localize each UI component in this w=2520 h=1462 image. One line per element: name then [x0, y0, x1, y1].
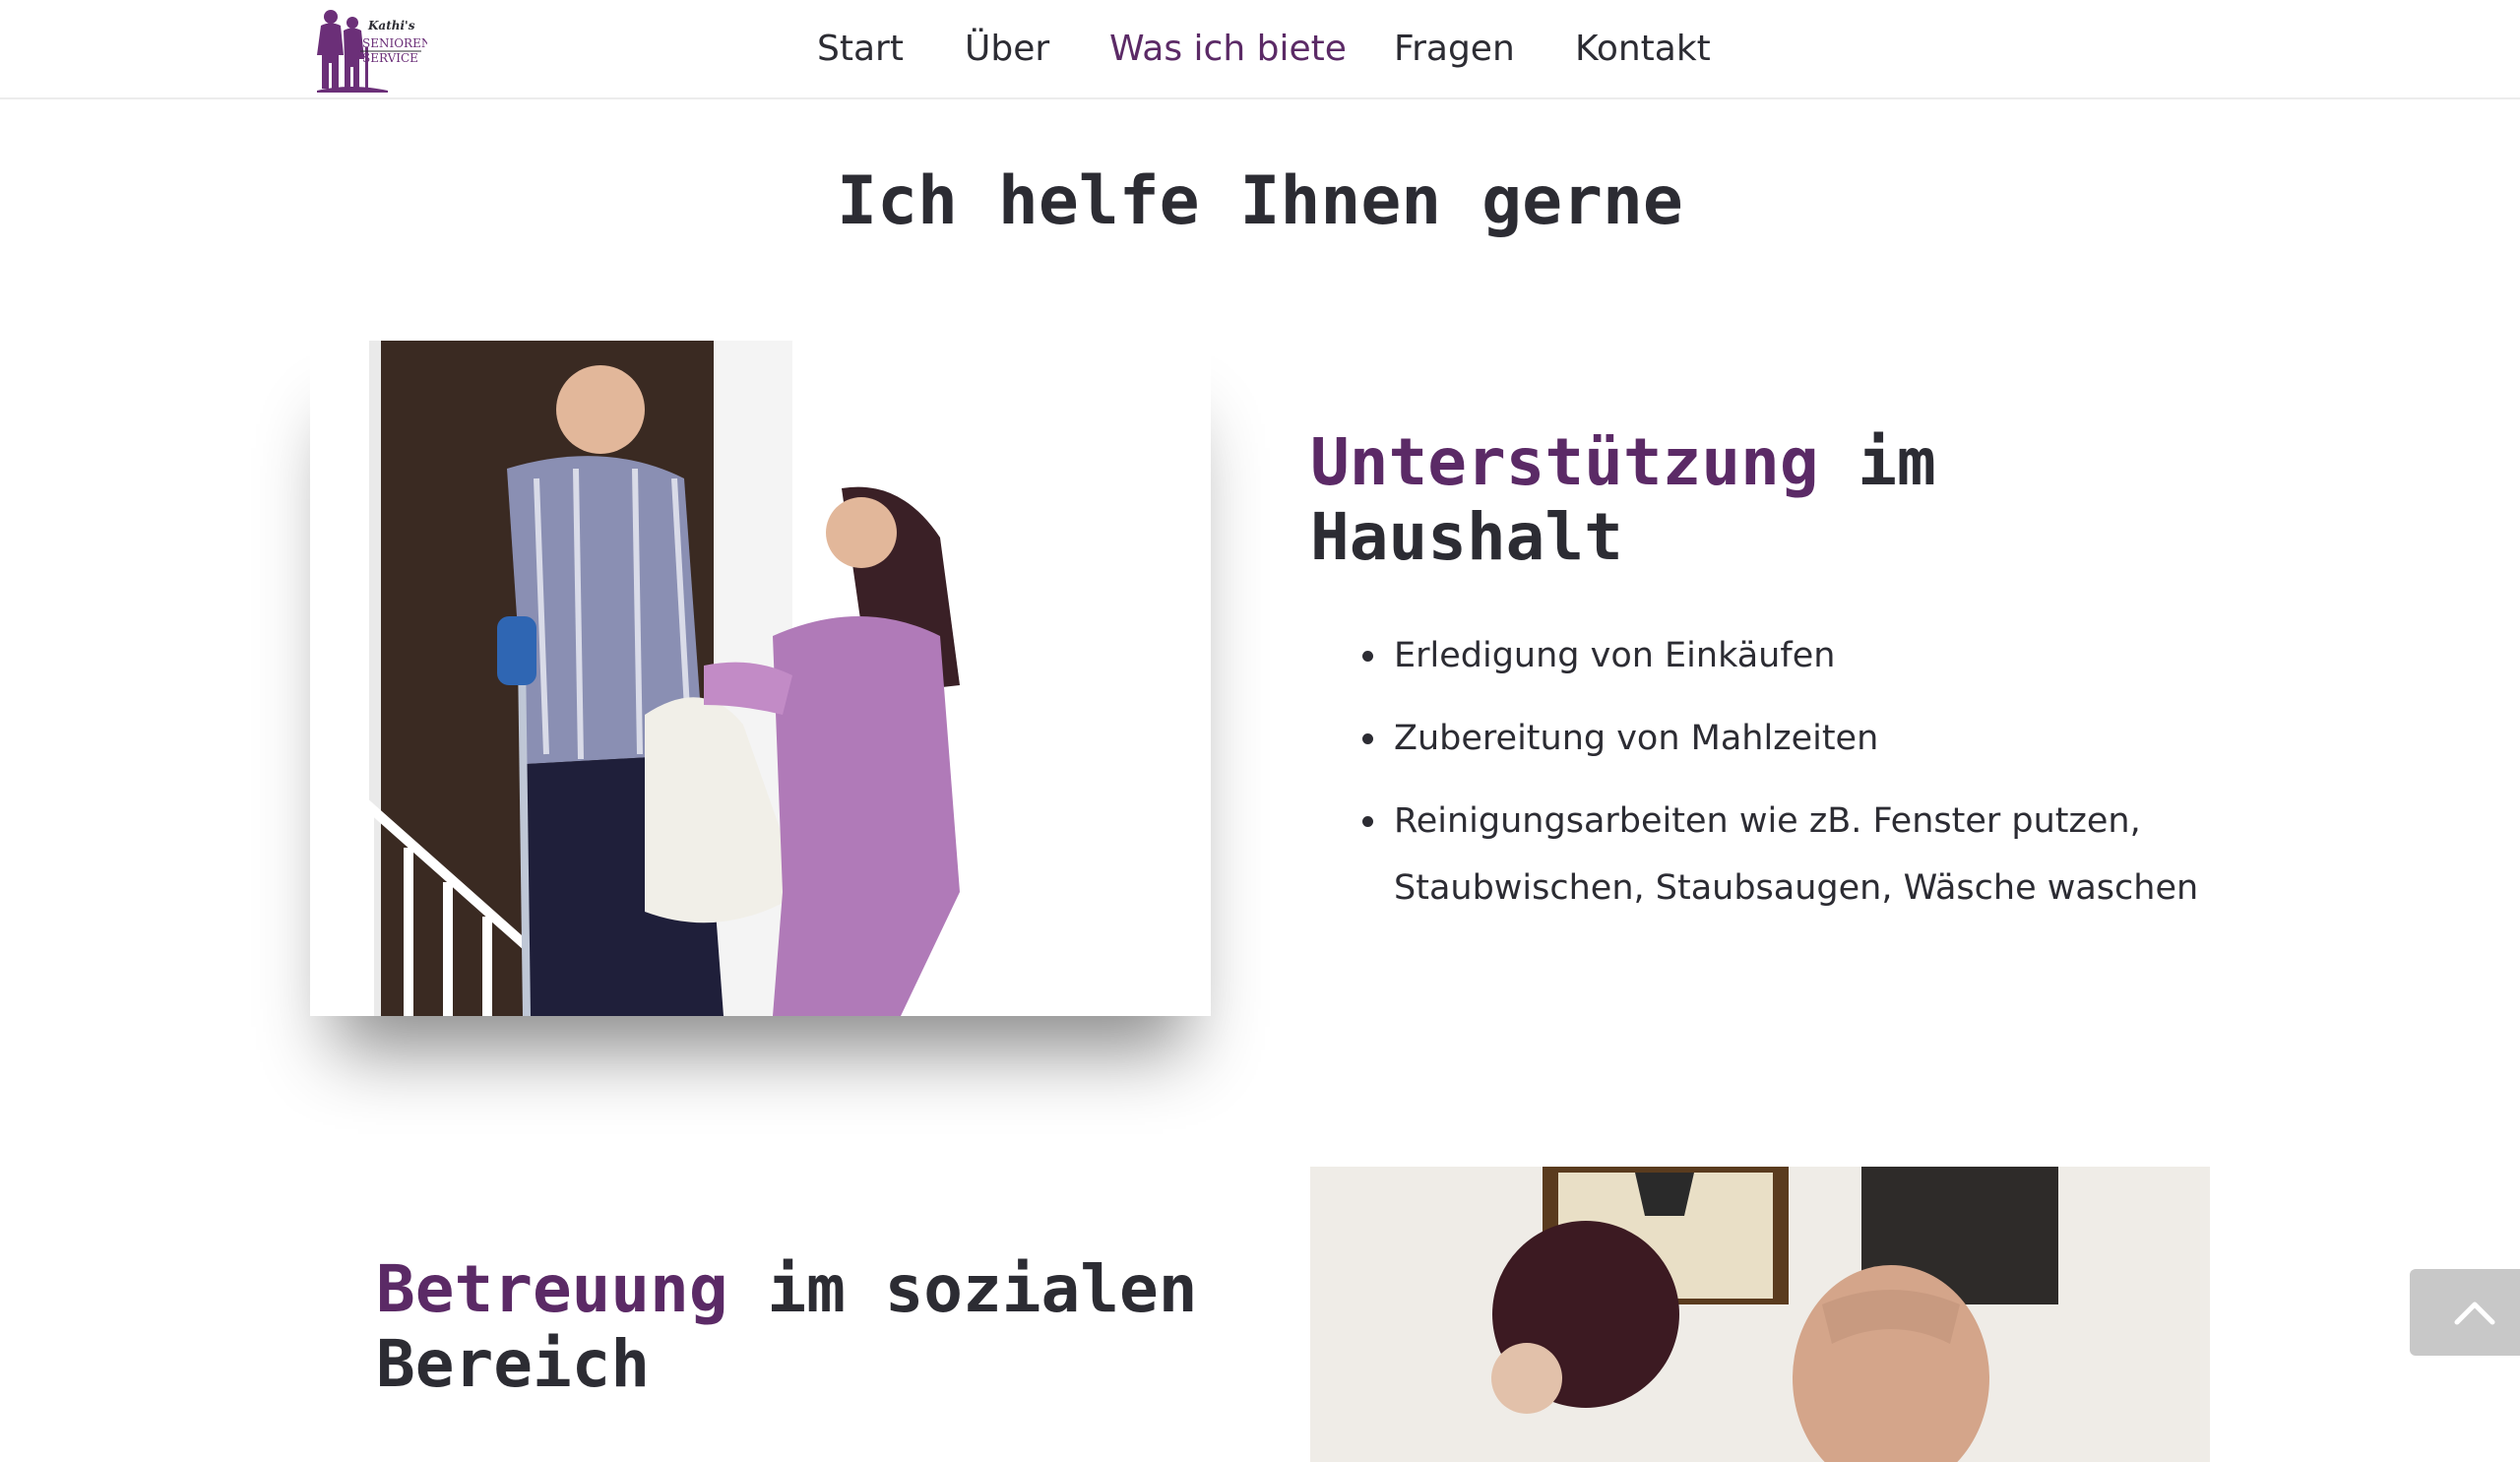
site-header: Kathi's SENIOREN SERVICE Start Über Was …: [0, 0, 2520, 99]
social-care-photo: [1310, 1167, 2210, 1462]
section-title-social-line2: Bereich: [376, 1326, 651, 1402]
nav-item-start[interactable]: Start: [817, 26, 904, 73]
page-heading: Ich helfe Ihnen gerne: [837, 162, 1683, 240]
list-item: Erledigung von Einkäufen: [1356, 622, 2203, 689]
section-title-social: Betreuung im sozialen Bereich: [376, 1252, 1197, 1402]
section-title-social-rest: im sozialen: [727, 1251, 1198, 1327]
list-item: Reinigungsarbeiten wie zB. Fenster putze…: [1356, 788, 2203, 922]
section-title-household-line2: Haushalt: [1310, 499, 1623, 575]
nav-item-fragen[interactable]: Fragen: [1394, 26, 1515, 73]
household-help-photo: [310, 341, 1211, 1016]
section-title-household-accent: Unterstützung: [1310, 424, 1819, 500]
chevron-up-icon: [2454, 1302, 2495, 1325]
nav-item-kontakt[interactable]: Kontakt: [1575, 26, 1711, 73]
nav-item-was-ich-biete[interactable]: Was ich biete: [1109, 26, 1347, 73]
nav-item-ueber[interactable]: Über: [965, 26, 1049, 73]
section-title-household-rest: im: [1818, 424, 1936, 500]
list-item: Zubereitung von Mahlzeiten: [1356, 705, 2203, 772]
section-title-household: Unterstützung im Haushalt: [1310, 425, 1936, 575]
scroll-to-top-button[interactable]: [2410, 1269, 2520, 1356]
section-title-social-accent: Betreuung: [376, 1251, 728, 1327]
household-services-list: Erledigung von Einkäufen Zubereitung von…: [1356, 622, 2203, 937]
main-nav: Start Über Was ich biete Fragen Kontakt: [0, 0, 2520, 98]
